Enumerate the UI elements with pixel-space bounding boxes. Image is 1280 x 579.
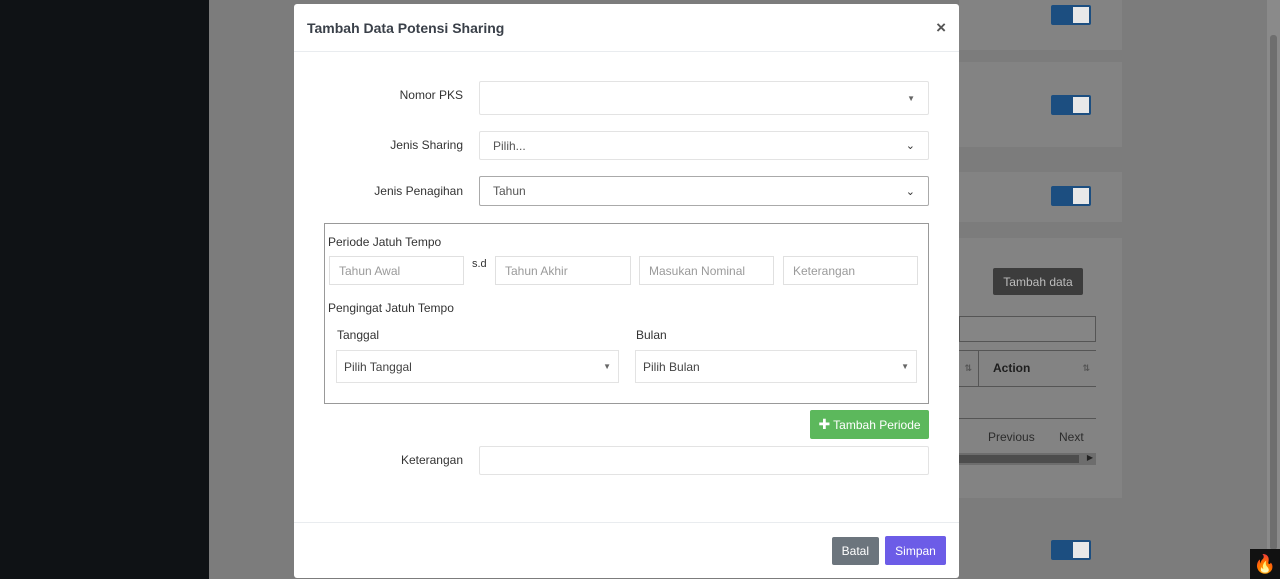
range-separator: s.d [472,258,487,270]
nomor-pks-label: Nomor PKS [399,88,463,102]
scrollbar-thumb[interactable] [1270,35,1277,550]
nominal-input[interactable]: Masukan Nominal [639,256,774,285]
bulan-select[interactable]: Pilih Bulan ▼ [635,350,917,383]
previous-page-button[interactable]: Previous [988,430,1035,444]
toggle-switch[interactable] [1051,95,1091,115]
table-divider [959,418,1096,419]
table-search-input[interactable] [959,316,1096,342]
table-divider [959,386,1096,387]
tanggal-label: Tanggal [337,328,380,342]
background-card [959,172,1122,222]
toggle-switch[interactable] [1051,540,1091,560]
scroll-right-icon[interactable]: ▶ [1087,453,1093,462]
next-page-button[interactable]: Next [1059,430,1084,444]
periode-section: Periode Jatuh Tempo Tahun Awal s.d Tahun… [324,223,929,404]
tahun-awal-input[interactable]: Tahun Awal [329,256,464,285]
sort-icon: ⇅ [1082,362,1090,373]
keterangan-input[interactable] [479,446,929,475]
modal-title: Tambah Data Potensi Sharing [307,19,505,36]
plus-icon: ✚ [818,416,831,432]
bulan-value: Pilih Bulan [643,359,700,374]
horizontal-scrollbar[interactable]: ▶ [959,453,1096,465]
background-card [959,0,1122,50]
jenis-sharing-value: Pilih... [493,138,526,153]
periode-keterangan-input[interactable]: Keterangan [783,256,918,285]
jenis-penagihan-value: Tahun [493,184,526,198]
jenis-sharing-label: Jenis Sharing [390,138,463,152]
scrollbar-thumb[interactable] [959,455,1079,463]
tambah-data-modal: Tambah Data Potensi Sharing × Nomor PKS … [294,4,959,578]
modal-header: Tambah Data Potensi Sharing × [294,4,959,52]
modal-footer: Batal Simpan [294,522,959,578]
table-header-cell[interactable]: ⇅ [959,350,979,386]
tambah-periode-button[interactable]: ✚ Tambah Periode [810,410,929,439]
tahun-akhir-input[interactable]: Tahun Akhir [495,256,631,285]
background-card [959,62,1122,147]
nomor-pks-select[interactable]: ▼ [479,81,929,115]
sort-icon: ⇅ [964,362,972,373]
tambah-periode-label: Tambah Periode [833,417,921,432]
action-header-label: Action [993,361,1031,375]
keterangan-label: Keterangan [400,453,463,467]
chevron-down-icon: ⌄ [905,185,915,198]
jenis-sharing-select[interactable]: Pilih... ⌄ [479,131,929,160]
tanggal-select[interactable]: Pilih Tanggal ▼ [336,350,619,383]
jenis-penagihan-label: Jenis Penagihan [374,184,463,198]
flame-icon[interactable]: 🔥 [1250,549,1280,579]
simpan-button[interactable]: Simpan [885,536,946,565]
bulan-label: Bulan [636,328,667,342]
caret-down-icon: ▼ [603,362,611,371]
toggle-switch[interactable] [1051,5,1091,25]
pengingat-title: Pengingat Jatuh Tempo [328,301,454,315]
sidebar [0,0,209,579]
jenis-penagihan-select[interactable]: Tahun ⌄ [479,176,929,206]
tanggal-value: Pilih Tanggal [344,359,412,374]
caret-down-icon: ▼ [901,362,909,371]
close-icon[interactable]: × [936,18,946,38]
caret-down-icon: ▼ [907,93,915,103]
batal-button[interactable]: Batal [831,536,879,565]
table-header-action[interactable]: Action ⇅ [979,350,1096,386]
toggle-switch[interactable] [1051,186,1091,206]
periode-title: Periode Jatuh Tempo [328,235,442,249]
tambah-data-button[interactable]: Tambah data [993,268,1083,295]
chevron-down-icon: ⌄ [905,140,915,152]
vertical-scrollbar[interactable] [1267,0,1280,579]
